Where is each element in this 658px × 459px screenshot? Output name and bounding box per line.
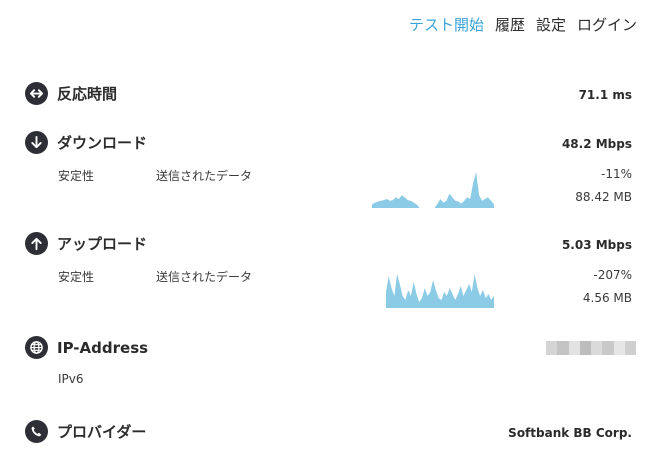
upload-label: アップロード: [57, 235, 148, 253]
arrows-horizontal-icon: [25, 82, 48, 105]
arrow-down-icon: [25, 131, 48, 154]
top-nav: テスト開始 履歴 設定 ログイン: [409, 14, 637, 35]
nav-settings[interactable]: 設定: [536, 14, 566, 35]
upload-row: アップロード: [25, 232, 147, 255]
upload-data-value: 4.56 MB: [582, 291, 632, 305]
globe-icon: [25, 336, 48, 359]
upload-value: 5.03 Mbps: [561, 238, 632, 252]
provider-value: Softbank BB Corp.: [508, 426, 632, 440]
download-value: 48.2 Mbps: [561, 137, 632, 151]
download-sparkline: [372, 172, 494, 208]
ip-address-redacted: [546, 341, 636, 355]
latency-label: 反応時間: [57, 85, 118, 103]
provider-label: プロバイダー: [57, 423, 147, 441]
ip-label: IP-Address: [57, 338, 149, 357]
ip-version: IPv6: [58, 372, 84, 386]
download-sent-label: 送信されたデータ: [156, 169, 253, 183]
latency-row: 反応時間: [25, 82, 117, 105]
spark-up-area: [386, 274, 494, 308]
nav-login[interactable]: ログイン: [577, 14, 637, 35]
provider-row: プロバイダー: [25, 420, 146, 443]
upload-sent-label: 送信されたデータ: [156, 270, 253, 284]
download-row: ダウンロード: [25, 131, 147, 154]
spark-down-area: [372, 172, 494, 208]
upload-stability-value: -207%: [593, 268, 632, 282]
arrow-up-icon: [25, 232, 48, 255]
download-label: ダウンロード: [57, 134, 148, 152]
nav-start-test[interactable]: テスト開始: [409, 14, 484, 35]
download-data-value: 88.42 MB: [575, 190, 632, 204]
phone-icon: [25, 420, 48, 443]
nav-history[interactable]: 履歴: [495, 14, 525, 35]
ip-row: IP-Address: [25, 336, 148, 359]
download-stability-label: 安定性: [58, 169, 95, 183]
upload-stability-label: 安定性: [58, 270, 95, 284]
upload-sparkline: [386, 274, 494, 308]
download-stability-value: -11%: [600, 167, 632, 181]
latency-value: 71.1 ms: [578, 88, 632, 102]
